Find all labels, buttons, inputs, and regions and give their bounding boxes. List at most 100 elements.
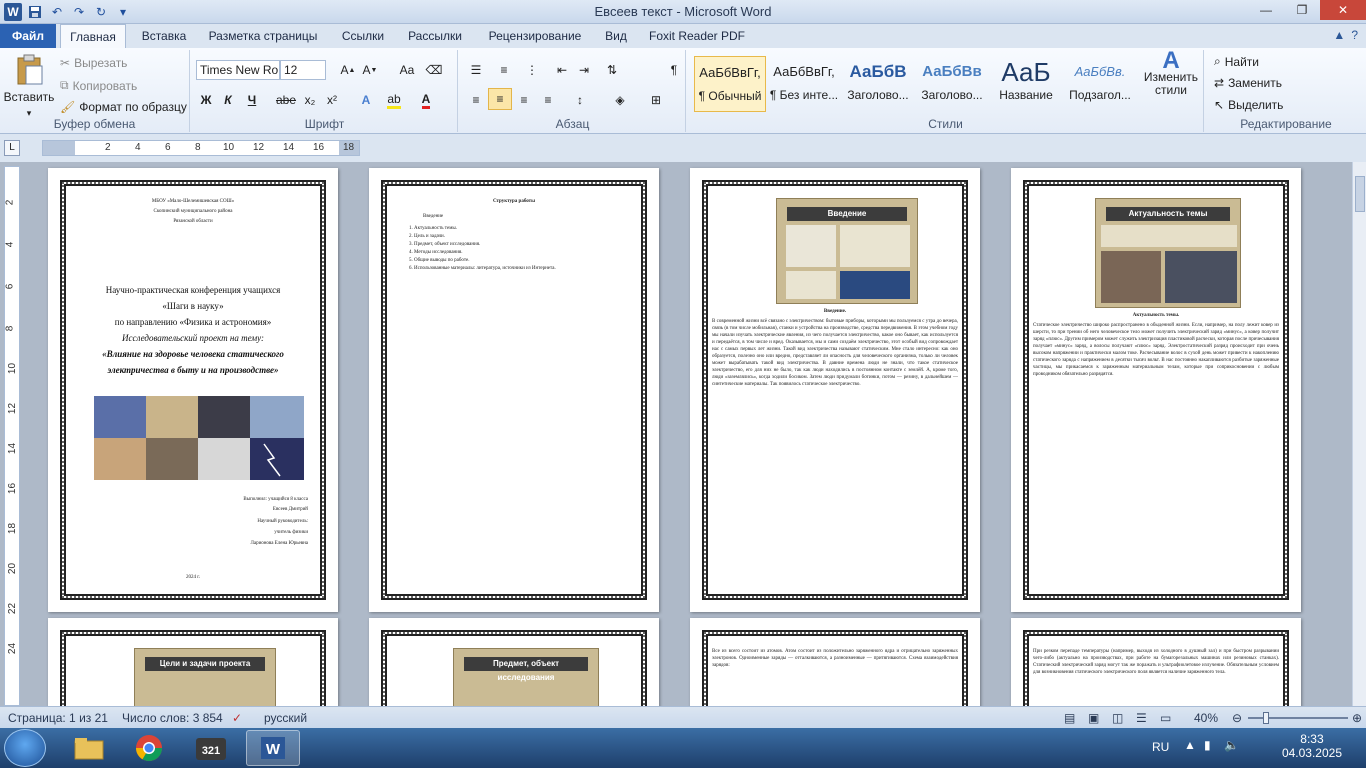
styles-group-label: Стили (928, 117, 963, 131)
bold-button[interactable]: Ж (196, 90, 216, 110)
superscript-button[interactable]: x² (322, 90, 342, 110)
page-count[interactable]: Страница: 1 из 21 (8, 711, 108, 725)
clock[interactable]: 8:33 04.03.2025 (1282, 732, 1342, 760)
font-size-combo[interactable]: 12 (280, 60, 326, 80)
show-marks-button[interactable]: ¶ (664, 60, 684, 80)
style-heading-2[interactable]: АаБбВв Заголово... (916, 56, 988, 112)
tab-file[interactable]: Файл (0, 24, 56, 48)
decrease-indent-icon[interactable]: ⇤ (552, 60, 572, 80)
font-name-combo[interactable]: Times New Ro (196, 60, 280, 80)
word-taskbar-icon[interactable]: W (246, 730, 300, 766)
change-case-button[interactable]: Aa (394, 60, 420, 80)
outline-icon[interactable]: ☰ (1136, 711, 1147, 725)
page-6[interactable]: Предмет, объект исследования (369, 618, 659, 706)
style-title[interactable]: АаБ Название (990, 56, 1062, 112)
tab-page-layout[interactable]: Разметка страницы (202, 24, 324, 48)
align-right-icon[interactable]: ≡ (514, 90, 534, 110)
style-no-spacing[interactable]: АаБбВвГг, ¶ Без инте... (768, 56, 840, 112)
chrome-taskbar-icon[interactable] (122, 730, 176, 766)
tab-foxit[interactable]: Foxit Reader PDF (644, 24, 750, 48)
clear-format-icon[interactable]: ⌫ (424, 60, 444, 80)
page-2[interactable]: Структура работы Введение 1. Актуальност… (369, 168, 659, 612)
full-screen-icon[interactable]: ▣ (1088, 711, 1099, 725)
tab-mailings[interactable]: Рассылки (402, 24, 468, 48)
paste-button[interactable]: Вставить ▾ (4, 54, 54, 119)
page-8[interactable]: При резком перепаде температуры (наприме… (1011, 618, 1301, 706)
print-layout-icon[interactable]: ▤ (1064, 711, 1075, 725)
zoom-out-icon[interactable]: ⊖ (1232, 711, 1242, 725)
author-line: Выполнил: учащийся 8 класса (243, 497, 308, 502)
style-heading-1[interactable]: АаБбВ Заголово... (842, 56, 914, 112)
subscript-button[interactable]: x₂ (300, 90, 320, 110)
borders-icon[interactable]: ⊞ (646, 90, 666, 110)
volume-icon[interactable]: 🔈 (1224, 738, 1239, 752)
zoom-slider-handle[interactable] (1263, 712, 1269, 724)
zoom-in-icon[interactable]: ⊕ (1352, 711, 1362, 725)
bullets-icon[interactable]: ☰ (466, 60, 486, 80)
replace-button[interactable]: ⇄ Заменить (1214, 76, 1282, 90)
restore-button[interactable]: ❐ (1284, 0, 1320, 20)
italic-button[interactable]: К (218, 90, 238, 110)
editing-group: ⌕ Найти ⇄ Заменить ↖ Выделить Редактировани… (1206, 50, 1366, 132)
collapse-ribbon-icon[interactable]: ▲ (1333, 28, 1345, 42)
highlight-icon[interactable]: ab (384, 90, 404, 110)
page-5[interactable]: Цели и задачи проекта (48, 618, 338, 706)
help-icon[interactable]: ? (1351, 28, 1358, 42)
select-button[interactable]: ↖ Выделить (1214, 98, 1283, 112)
scrollbar-thumb[interactable] (1355, 176, 1365, 212)
tab-references[interactable]: Ссылки (334, 24, 392, 48)
proofing-icon[interactable]: ✓ (232, 711, 242, 725)
explorer-taskbar-icon[interactable] (62, 730, 116, 766)
shrink-font-icon[interactable]: A ▼ (360, 60, 380, 80)
cut-button[interactable]: ✂ Вырезать (60, 56, 127, 70)
start-button[interactable] (4, 729, 46, 767)
language-status[interactable]: русский (264, 711, 307, 725)
align-left-icon[interactable]: ≡ (466, 90, 486, 110)
increase-indent-icon[interactable]: ⇥ (574, 60, 594, 80)
close-button[interactable]: ✕ (1320, 0, 1366, 20)
document-area[interactable]: МБОУ «Мало-Шелемишевская СОШ» Скопинский… (24, 162, 1354, 706)
underline-button[interactable]: Ч (242, 90, 262, 110)
line-spacing-icon[interactable]: ↕ (570, 90, 590, 110)
strikethrough-button[interactable]: abe (276, 90, 296, 110)
page-7[interactable]: Все из всего состоит из атомов. Атом сос… (690, 618, 980, 706)
tray-show-hidden-icon[interactable]: ▲ (1184, 738, 1196, 752)
word-count[interactable]: Число слов: 3 854 (122, 711, 223, 725)
shading-icon[interactable]: ◈ (610, 90, 630, 110)
vertical-ruler[interactable]: 2 4 6 8 10 12 14 16 18 20 22 24 (4, 166, 20, 706)
align-center-icon[interactable]: ≡ (488, 88, 512, 110)
draft-icon[interactable]: ▭ (1160, 711, 1171, 725)
toc-list: 1. Актуальность темы. 2. Цель и задачи. … (409, 224, 637, 273)
page-3[interactable]: Введение Введение. В современной жизни в… (690, 168, 980, 612)
vertical-scrollbar[interactable] (1352, 162, 1366, 706)
web-layout-icon[interactable]: ◫ (1112, 711, 1123, 725)
tab-insert[interactable]: Вставка (134, 24, 194, 48)
format-painter-button[interactable]: 🖌 Формат по образцу (60, 100, 187, 114)
tab-home[interactable]: Главная (60, 24, 126, 48)
page-4[interactable]: Актуальность темы Актуальность темы. Ста… (1011, 168, 1301, 612)
font-color-icon[interactable]: A (416, 90, 436, 110)
page-1[interactable]: МБОУ «Мало-Шелемишевская СОШ» Скопинский… (48, 168, 338, 612)
tab-review[interactable]: Рецензирование (478, 24, 592, 48)
toc-item: 5. Общие выводы по работе. (409, 258, 470, 263)
numbering-icon[interactable]: ≡ (494, 60, 514, 80)
style-normal[interactable]: АаБбВвГг, ¶ Обычный (694, 56, 766, 112)
minimize-button[interactable]: — (1248, 0, 1284, 20)
find-button[interactable]: ⌕ Найти (1214, 54, 1259, 69)
copy-button[interactable]: ⧉ Копировать (60, 78, 137, 93)
change-styles-button[interactable]: A Изменить стили (1140, 49, 1202, 97)
grow-font-icon[interactable]: A ▲ (338, 60, 358, 80)
horizontal-ruler[interactable]: 2 4 6 8 10 12 14 16 18 (42, 140, 360, 156)
multilevel-list-icon[interactable]: ⋮ (522, 60, 542, 80)
sort-icon[interactable]: ⇅ (602, 60, 622, 80)
input-language[interactable]: RU (1152, 740, 1169, 754)
tab-view[interactable]: Вид (598, 24, 634, 48)
tab-selector[interactable]: L (4, 140, 20, 156)
network-icon[interactable]: ▮ (1204, 738, 1211, 752)
style-subtitle[interactable]: АаБбВв. Подзагол... (1064, 56, 1136, 112)
justify-icon[interactable]: ≡ (538, 90, 558, 110)
text-effects-icon[interactable]: A (356, 90, 376, 110)
zoom-level[interactable]: 40% (1194, 711, 1218, 725)
ruler-row: L 2 4 6 8 10 12 14 16 18 (0, 134, 1366, 162)
media-player-taskbar-icon[interactable]: 321 (184, 730, 238, 766)
